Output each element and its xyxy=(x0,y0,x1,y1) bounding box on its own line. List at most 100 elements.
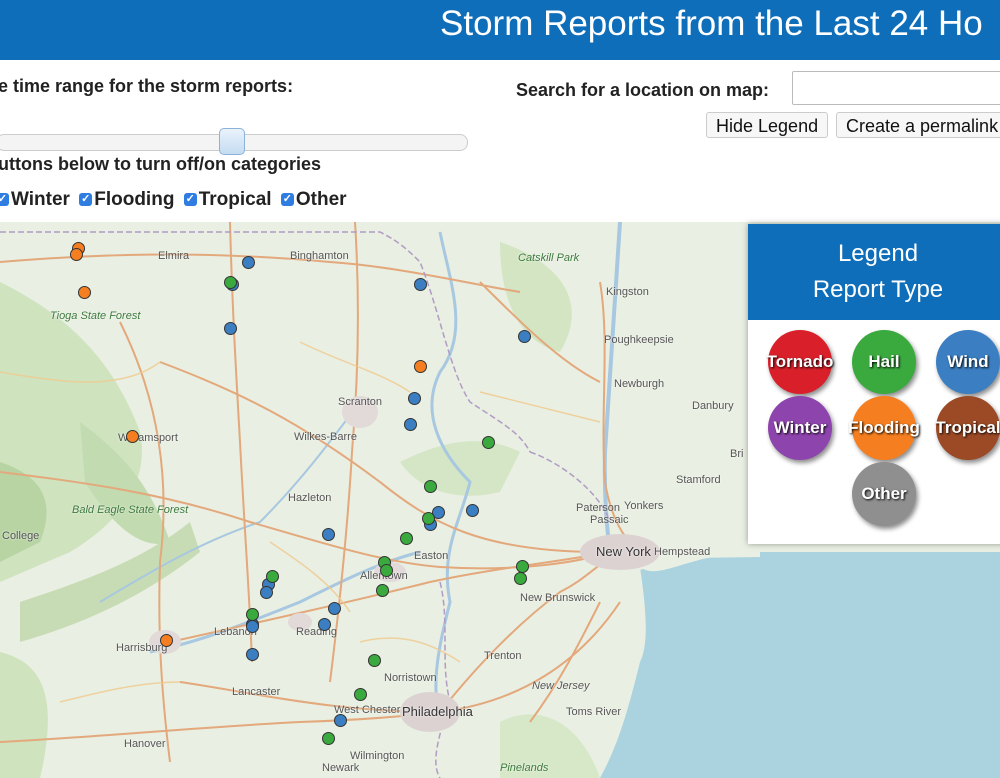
report-marker[interactable] xyxy=(422,512,435,525)
map-label: College xyxy=(2,530,40,542)
report-marker[interactable] xyxy=(246,648,259,661)
report-marker[interactable] xyxy=(376,584,389,597)
map-label: New Jersey xyxy=(532,680,590,692)
report-marker[interactable] xyxy=(424,480,437,493)
report-marker[interactable] xyxy=(514,572,527,585)
report-marker[interactable] xyxy=(322,732,335,745)
map-label: Pinelands xyxy=(500,762,549,774)
report-marker[interactable] xyxy=(380,564,393,577)
map-label: New York xyxy=(596,544,651,559)
report-marker[interactable] xyxy=(414,278,427,291)
report-marker[interactable] xyxy=(482,436,495,449)
legend-header: Legend Report Type xyxy=(748,224,1000,320)
map-label: Newburgh xyxy=(614,378,665,390)
report-marker[interactable] xyxy=(516,560,529,573)
map-label: Scranton xyxy=(338,396,383,408)
category-label: Winter xyxy=(11,188,70,210)
report-marker[interactable] xyxy=(354,688,367,701)
map-label: Elmira xyxy=(158,250,190,262)
map-label: Philadelphia xyxy=(402,704,473,719)
category-label: Tropical xyxy=(198,188,272,210)
legend-tornado: Tornado xyxy=(767,330,833,394)
create-permalink-button[interactable]: Create a permalink xyxy=(836,112,1000,138)
category-toggle-other[interactable]: ✓ Other xyxy=(280,188,347,211)
legend-winter: Winter xyxy=(768,396,832,460)
map-label: Lancaster xyxy=(232,686,281,698)
map-label: Bald Eagle State Forest xyxy=(72,504,189,516)
report-marker[interactable] xyxy=(322,528,335,541)
checkbox-icon[interactable]: ✓ xyxy=(280,193,294,206)
legend-title: Legend xyxy=(837,240,919,267)
checkbox-icon[interactable]: ✓ xyxy=(183,193,197,206)
hide-legend-button[interactable]: Hide Legend xyxy=(706,112,829,138)
legend-panel: Legend Report Type Tornado Hail Wind Win… xyxy=(748,224,1000,544)
map-label: Trenton xyxy=(484,650,522,662)
report-marker[interactable] xyxy=(404,418,417,431)
report-marker[interactable] xyxy=(246,608,259,621)
report-marker[interactable] xyxy=(518,330,531,343)
map-label: Binghamton xyxy=(290,250,349,262)
map-label: Hazleton xyxy=(288,492,332,504)
map-label: Poughkeepsie xyxy=(604,334,674,346)
page-header: Storm Reports from the Last 24 Ho xyxy=(0,0,1000,60)
report-marker[interactable] xyxy=(260,586,273,599)
categories-label: uttons below to turn off/on categories xyxy=(0,154,321,174)
map-label: Catskill Park xyxy=(518,252,580,264)
legend-hail: Hail xyxy=(852,330,916,394)
report-marker[interactable] xyxy=(242,256,255,269)
report-marker[interactable] xyxy=(328,602,341,615)
search-label: Search for a location on map: xyxy=(516,80,770,100)
search-input[interactable] xyxy=(792,71,1000,105)
map-label: Paterson xyxy=(576,502,621,514)
report-marker[interactable] xyxy=(408,392,421,405)
map-label: Hempstead xyxy=(654,546,711,558)
category-label: Other xyxy=(295,188,347,210)
map-label: Yonkers xyxy=(624,500,664,512)
map-label: Kingston xyxy=(606,286,649,298)
report-marker[interactable] xyxy=(160,634,173,647)
time-range-label: e time range for the storm reports: xyxy=(0,76,294,96)
map-label: Tioga State Forest xyxy=(50,310,141,322)
map-label: Harrisburg xyxy=(116,642,168,654)
report-marker[interactable] xyxy=(334,714,347,727)
map-label: Hanover xyxy=(124,738,166,750)
category-toggle-flooding[interactable]: ✓ Flooding xyxy=(79,189,174,211)
category-toggles: ✓ Winter ✓ Flooding ✓ Tropical ✓ Other xyxy=(0,186,351,211)
report-marker[interactable] xyxy=(466,504,479,517)
report-marker[interactable] xyxy=(266,570,279,583)
legend-tropical: Tropical xyxy=(935,396,1000,460)
report-marker[interactable] xyxy=(414,360,427,373)
category-label: Flooding xyxy=(94,188,175,210)
map-label: Easton xyxy=(414,550,449,562)
report-marker[interactable] xyxy=(368,654,381,667)
report-marker[interactable] xyxy=(126,430,139,443)
report-marker[interactable] xyxy=(400,532,413,545)
slider-handle[interactable] xyxy=(219,128,245,155)
map-label: Wilmington xyxy=(350,750,405,762)
map-label: Stamford xyxy=(676,474,721,486)
map-label: Toms River xyxy=(566,706,622,718)
checkbox-icon[interactable]: ✓ xyxy=(79,193,93,206)
checkbox-icon[interactable]: ✓ xyxy=(0,193,9,206)
category-toggle-winter[interactable]: ✓ Winter xyxy=(0,189,70,211)
report-marker[interactable] xyxy=(246,620,259,633)
category-toggle-tropical[interactable]: ✓ Tropical xyxy=(183,188,272,211)
map-label: Passaic xyxy=(590,514,629,526)
report-marker[interactable] xyxy=(224,276,237,289)
legend-other: Other xyxy=(852,462,916,526)
map-label: New Brunswick xyxy=(520,592,596,604)
map-label: Wilkes-Barre xyxy=(294,431,357,443)
report-marker[interactable] xyxy=(224,322,237,335)
map-label: Newark xyxy=(322,762,360,774)
map-label: Danbury xyxy=(692,400,734,412)
map-label: Reading xyxy=(296,626,337,638)
map-label: Norristown xyxy=(384,672,437,684)
report-marker[interactable] xyxy=(318,618,331,631)
legend-subtitle: Report Type xyxy=(812,276,944,303)
report-marker[interactable] xyxy=(70,248,83,261)
legend-wind: Wind xyxy=(936,330,1000,394)
legend-flooding: Flooding xyxy=(848,396,920,460)
report-marker[interactable] xyxy=(78,286,91,299)
map-label: Bri xyxy=(730,448,744,460)
page-title: Storm Reports from the Last 24 Ho xyxy=(440,4,983,43)
